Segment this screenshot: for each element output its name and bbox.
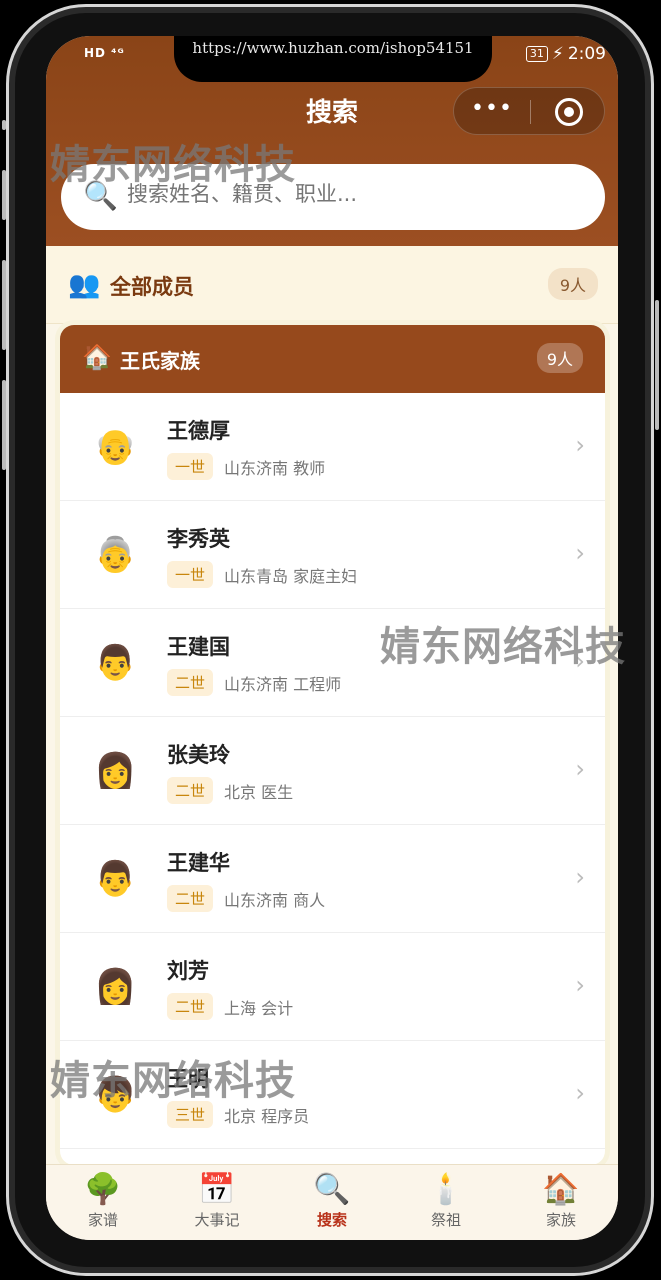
generation-badge: 三世: [167, 1101, 214, 1128]
member-name: 王明: [167, 1067, 209, 1091]
camera-notch: https://www.huzhan.com/ishop54151: [174, 36, 492, 82]
house-icon: 🏠: [82, 343, 112, 371]
search-input[interactable]: [127, 182, 567, 206]
chevron-right-icon: ›: [575, 647, 585, 675]
all-members-label: 全部成员: [110, 275, 194, 299]
member-name: 王建国: [167, 635, 230, 659]
phone-side-button: [655, 300, 659, 430]
member-name: 王建华: [167, 851, 230, 875]
app-screen: HD ⁴ᴳ 31 ⚡ 2:09 https://www.huzhan.com/i…: [46, 36, 618, 1240]
tab-worship[interactable]: 🕯️ 祭祖: [389, 1165, 503, 1240]
generation-badge: 二世: [167, 885, 214, 912]
candle-icon: 🕯️: [427, 1172, 465, 1207]
miniprogram-capsule: •••: [453, 87, 605, 135]
calendar-icon: 📅: [198, 1172, 236, 1207]
all-members-row[interactable]: 👥 全部成员 9人: [46, 246, 618, 324]
signal-indicators: HD ⁴ᴳ: [84, 46, 125, 60]
avatar: 👵: [94, 535, 137, 575]
chevron-right-icon: ›: [575, 755, 585, 783]
search-bar[interactable]: 🔍: [61, 164, 605, 230]
house-icon: 🏠: [542, 1172, 580, 1207]
avatar: 👩: [94, 751, 137, 791]
phone-side-button: [2, 380, 6, 470]
generation-badge: 一世: [167, 453, 214, 480]
tab-label: 搜索: [316, 1211, 347, 1229]
tree-icon: 🌳: [84, 1172, 122, 1207]
member-info: 山东济南 教师: [224, 459, 326, 478]
generation-badge: 二世: [167, 669, 214, 696]
tab-clan[interactable]: 🏠 家族: [504, 1165, 618, 1240]
more-icon[interactable]: •••: [454, 96, 530, 121]
status-time: 2:09: [567, 44, 606, 64]
member-row[interactable]: 👩 刘芳 二世 上海 会计 ›: [60, 933, 605, 1041]
generation-badge: 二世: [167, 777, 214, 804]
member-row[interactable]: 👨 王建华 二世 山东济南 商人 ›: [60, 825, 605, 933]
phone-side-button: [2, 170, 6, 220]
avatar: 👨: [94, 643, 137, 683]
avatar: 👦: [94, 1075, 137, 1115]
status-right: 31 ⚡ 2:09: [525, 44, 606, 64]
tab-label: 大事记: [194, 1211, 240, 1229]
bottom-tab-bar: 🌳 家谱 📅 大事记 🔍 搜索 🕯️ 祭祖 🏠 家族: [46, 1164, 618, 1240]
phone-side-button: [2, 260, 6, 350]
member-name: 刘芳: [167, 959, 209, 983]
url-overlay: https://www.huzhan.com/ishop54151: [192, 39, 474, 57]
search-icon: 🔍: [83, 179, 118, 212]
tab-search[interactable]: 🔍 搜索: [275, 1165, 389, 1240]
member-row[interactable]: 👩 张美玲 二世 北京 医生 ›: [60, 717, 605, 825]
close-target-icon[interactable]: [555, 98, 583, 126]
avatar: 👴: [94, 427, 137, 467]
family-card: 🏠 王氏家族 9人 👴 王德厚 一世 山东济南 教师 › 👵 李秀英 一世 山东…: [60, 325, 605, 1165]
tab-family-tree[interactable]: 🌳 家谱: [46, 1165, 160, 1240]
member-row[interactable]: 👵 李秀英 一世 山东青岛 家庭主妇 ›: [60, 501, 605, 609]
family-header[interactable]: 🏠 王氏家族 9人: [60, 325, 605, 393]
capsule-divider: [530, 100, 531, 124]
family-name: 王氏家族: [120, 349, 200, 373]
generation-badge: 一世: [167, 561, 214, 588]
member-info: 山东青岛 家庭主妇: [224, 567, 358, 586]
member-info: 北京 医生: [224, 783, 294, 802]
header: HD ⁴ᴳ 31 ⚡ 2:09 https://www.huzhan.com/i…: [46, 36, 618, 246]
member-row[interactable]: 👨 王建国 二世 山东济南 工程师 ›: [60, 609, 605, 717]
tab-events[interactable]: 📅 大事记: [160, 1165, 274, 1240]
chevron-right-icon: ›: [575, 431, 585, 459]
all-members-count-badge: 9人: [547, 268, 598, 300]
member-info: 山东济南 商人: [224, 891, 326, 910]
chevron-right-icon: ›: [575, 539, 585, 567]
generation-badge: 二世: [167, 993, 214, 1020]
member-info: 上海 会计: [224, 999, 294, 1018]
chevron-right-icon: ›: [575, 1079, 585, 1107]
chevron-right-icon: ›: [575, 971, 585, 999]
family-count-badge: 9人: [536, 343, 583, 373]
battery-icon: 31: [525, 46, 548, 62]
member-row[interactable]: 👴 王德厚 一世 山东济南 教师 ›: [60, 393, 605, 501]
member-row[interactable]: 👦 王明 三世 北京 程序员 ›: [60, 1041, 605, 1149]
members-icon: 👥: [68, 270, 101, 300]
phone-side-button: [2, 120, 6, 130]
tab-label: 家族: [545, 1211, 576, 1229]
avatar: 👨: [94, 859, 137, 899]
member-name: 张美玲: [167, 743, 230, 767]
member-name: 王德厚: [167, 419, 230, 443]
member-info: 山东济南 工程师: [224, 675, 342, 694]
charging-icon: ⚡: [551, 44, 564, 64]
avatar: 👩: [94, 967, 137, 1007]
member-info: 北京 程序员: [224, 1107, 310, 1126]
member-name: 李秀英: [167, 527, 230, 551]
search-icon: 🔍: [313, 1172, 351, 1207]
tab-label: 祭祖: [430, 1211, 461, 1229]
chevron-right-icon: ›: [575, 863, 585, 891]
tab-label: 家谱: [87, 1211, 118, 1229]
